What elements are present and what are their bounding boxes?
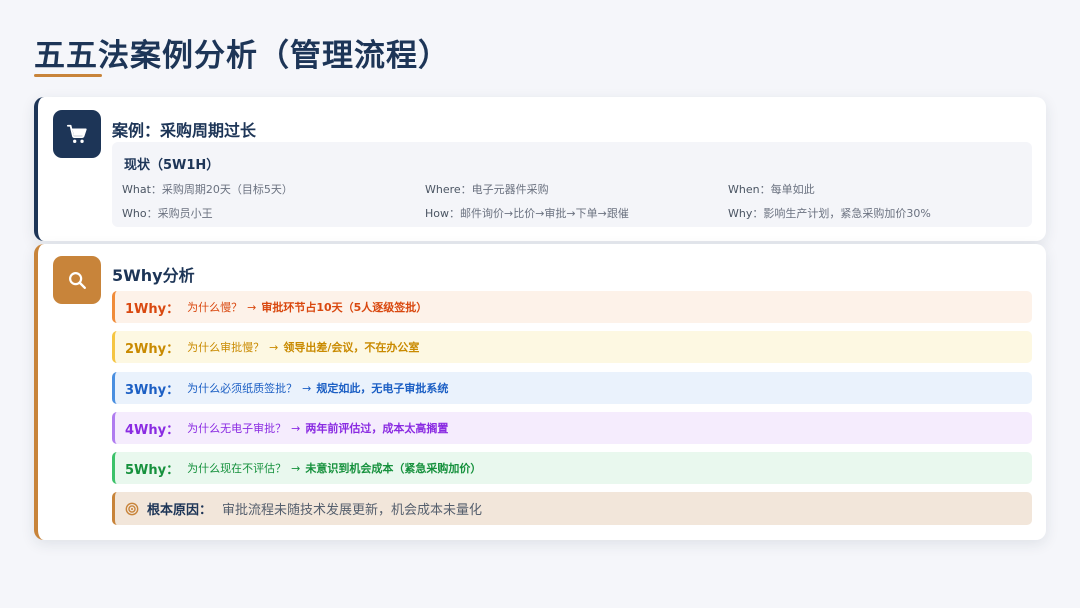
arrow-icon: → — [269, 340, 279, 354]
why-question: 为什么审批慢？ — [187, 341, 265, 354]
arrow-icon: → — [291, 461, 301, 475]
why-row-3: 3Why： 为什么必须纸质签批？ → 规定如此，无电子审批系统 — [112, 372, 1032, 404]
why-answer: 两年前评估过，成本太高搁置 — [305, 422, 449, 435]
case-card: 案例：采购周期过长 现状（5W1H） What：采购周期20天（目标5天） Wh… — [34, 97, 1046, 241]
root-cause-row: 根本原因： 审批流程未随技术发展更新，机会成本未量化 — [112, 492, 1032, 525]
why-label: 3Why： — [125, 382, 180, 398]
fact-how: How：邮件询价→比价→审批→下单→跟催 — [425, 207, 629, 220]
status-box: 现状（5W1H） What：采购周期20天（目标5天） Where：电子元器件采… — [112, 142, 1032, 227]
status-title: 现状（5W1H） — [124, 158, 220, 173]
why-card: 5Why分析 1Why： 为什么慢？ → 审批环节占10天（5人逐级签批） 2W… — [34, 244, 1046, 540]
fact-when: When：每单如此 — [728, 183, 815, 196]
why-label: 1Why： — [125, 301, 180, 317]
why-row-5: 5Why： 为什么现在不评估？ → 未意识到机会成本（紧急采购加价） — [112, 452, 1032, 484]
why-heading: 5Why分析 — [112, 266, 195, 285]
root-cause-label: 根本原因： — [147, 503, 213, 518]
case-heading: 案例：采购周期过长 — [112, 121, 257, 140]
arrow-icon: → — [291, 421, 301, 435]
root-cause-text: 审批流程未随技术发展更新，机会成本未量化 — [222, 503, 483, 518]
why-label: 2Why： — [125, 341, 180, 357]
why-answer: 未意识到机会成本（紧急采购加价） — [305, 462, 482, 475]
why-question: 为什么无电子审批？ — [187, 422, 287, 435]
fact-why: Why：影响生产计划，紧急采购加价30% — [728, 207, 931, 220]
target-icon — [125, 502, 139, 515]
why-question: 为什么现在不评估？ — [187, 462, 287, 475]
why-answer: 审批环节占10天（5人逐级签批） — [261, 301, 428, 314]
why-row-2: 2Why： 为什么审批慢？ → 领导出差/会议，不在办公室 — [112, 331, 1032, 363]
title-underline — [34, 74, 102, 77]
arrow-icon: → — [247, 300, 257, 314]
why-label: 5Why： — [125, 462, 180, 478]
why-row-1: 1Why： 为什么慢？ → 审批环节占10天（5人逐级签批） — [112, 291, 1032, 323]
why-answer: 领导出差/会议，不在办公室 — [283, 341, 420, 354]
why-label: 4Why： — [125, 422, 180, 438]
why-row-4: 4Why： 为什么无电子审批？ → 两年前评估过，成本太高搁置 — [112, 412, 1032, 444]
page-title: 五五法案例分析（管理流程） — [34, 38, 450, 74]
search-icon — [53, 256, 101, 304]
why-question: 为什么必须纸质签批？ — [187, 382, 298, 395]
why-question: 为什么慢？ — [187, 301, 243, 314]
fact-what: What：采购周期20天（目标5天） — [122, 183, 293, 196]
fact-who: Who：采购员小王 — [122, 207, 213, 220]
why-answer: 规定如此，无电子审批系统 — [316, 382, 449, 395]
fact-where: Where：电子元器件采购 — [425, 183, 549, 196]
cart-icon — [53, 110, 101, 158]
arrow-icon: → — [302, 381, 312, 395]
